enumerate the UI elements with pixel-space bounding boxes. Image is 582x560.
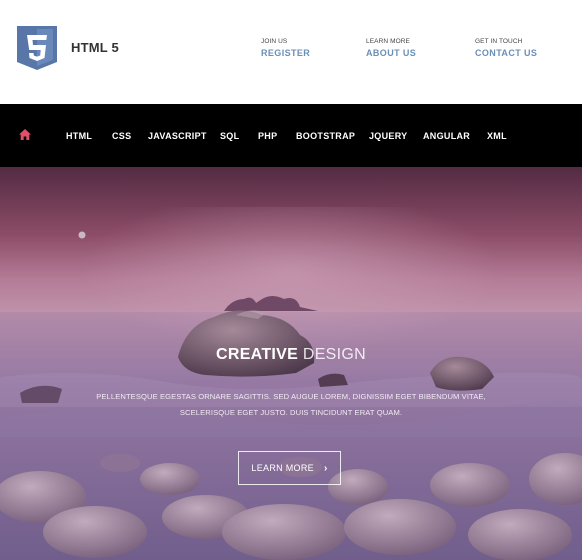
hero-text-line-1: PELLENTESQUE EGESTAS ORNARE SAGITTIS. SE… <box>96 392 486 401</box>
nav-item-html[interactable]: HTML <box>66 131 92 141</box>
header-link-contact[interactable]: GET IN TOUCH CONTACT US <box>475 38 537 58</box>
home-icon[interactable] <box>19 129 31 140</box>
register-link[interactable]: REGISTER <box>261 48 310 58</box>
html5-logo-icon[interactable] <box>17 26 57 70</box>
main-nav: HTML CSS JAVASCRIPT SQL PHP BOOTSTRAP JQ… <box>0 104 582 167</box>
nav-item-sql[interactable]: SQL <box>220 131 239 141</box>
hero-description: PELLENTESQUE EGESTAS ORNARE SAGITTIS. SE… <box>80 389 502 421</box>
about-caption: LEARN MORE <box>366 38 410 45</box>
header-link-register[interactable]: JOIN US REGISTER <box>261 38 310 58</box>
contact-us-link[interactable]: CONTACT US <box>475 48 537 58</box>
nav-item-php[interactable]: PHP <box>258 131 277 141</box>
hero-section: CREATIVE DESIGN PELLENTESQUE EGESTAS ORN… <box>0 167 582 560</box>
hero-heading-strong: CREATIVE <box>215 346 299 363</box>
learn-more-label: LEARN MORE <box>251 463 314 473</box>
hero-heading-light: DESIGN <box>302 346 367 363</box>
contact-caption: GET IN TOUCH <box>475 38 523 45</box>
chevron-right-icon: › <box>323 462 328 474</box>
site-title[interactable]: HTML 5 <box>71 40 119 55</box>
nav-item-xml[interactable]: XML <box>487 131 507 141</box>
header-link-about[interactable]: LEARN MORE ABOUT US <box>366 38 416 58</box>
learn-more-button[interactable]: LEARN MORE › <box>238 451 341 485</box>
hero-heading: CREATIVE DESIGN <box>0 346 582 364</box>
about-us-link[interactable]: ABOUT US <box>366 48 416 58</box>
nav-item-javascript[interactable]: JAVASCRIPT <box>148 131 207 141</box>
site-header: HTML 5 JOIN US REGISTER LEARN MORE ABOUT… <box>0 0 582 104</box>
nav-item-angular[interactable]: ANGULAR <box>423 131 470 141</box>
nav-item-css[interactable]: CSS <box>112 131 131 141</box>
register-caption: JOIN US <box>261 38 288 45</box>
nav-item-bootstrap[interactable]: BOOTSTRAP <box>296 131 355 141</box>
nav-item-jquery[interactable]: JQUERY <box>369 131 407 141</box>
hero-text-line-2: SCELERISQUE EGET JUSTO. DUIS TINCIDUNT E… <box>179 408 403 417</box>
